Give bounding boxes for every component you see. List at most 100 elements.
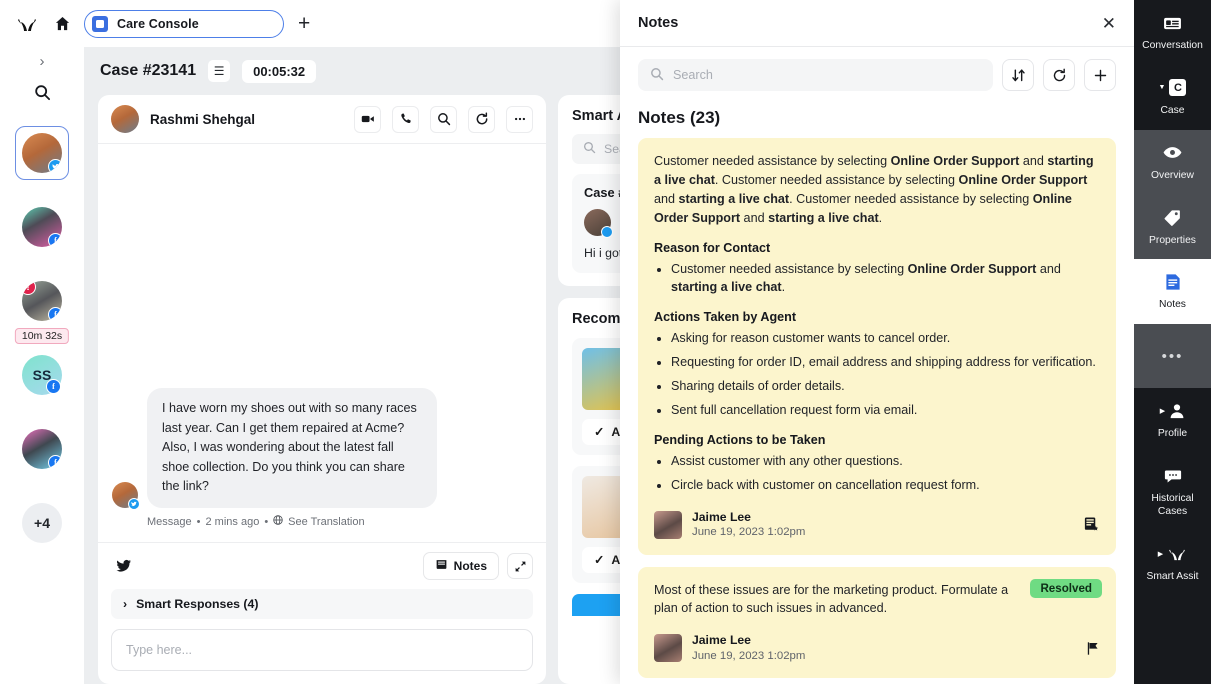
note-section-heading: Reason for Contact xyxy=(654,241,1100,255)
expand-arrows-icon[interactable] xyxy=(507,553,533,579)
caret-right-icon: ▶ xyxy=(1158,550,1163,558)
notes-button[interactable]: Notes xyxy=(423,552,499,580)
conversation-pane: Rashmi Shehgal xyxy=(98,95,546,684)
sidebar-item-case[interactable]: ▼ C Case xyxy=(1134,65,1211,130)
note-author: Jaime Lee xyxy=(692,509,805,525)
list-item[interactable]: SS f xyxy=(15,348,69,402)
wait-timer-badge: 10m 32s xyxy=(15,328,69,344)
list-item: Assist customer with any other questions… xyxy=(671,452,1100,471)
sidebar-item-label: Smart Assit xyxy=(1138,571,1207,584)
avatar: ! f xyxy=(22,281,62,321)
tab-favicon-icon xyxy=(92,16,108,32)
left-conversation-rail: › f ! f 10m 32s SS xyxy=(0,47,84,684)
twitter-channel-icon xyxy=(48,159,62,173)
notes-doc-icon xyxy=(1138,272,1207,292)
notes-panel: Notes ✕ Search Notes ( xyxy=(620,0,1134,684)
meta-sep: • xyxy=(264,516,268,528)
refresh-icon[interactable] xyxy=(1043,59,1075,91)
list-item[interactable]: Customer needed assistance by selecting … xyxy=(638,138,1116,555)
notes-search-placeholder: Search xyxy=(673,68,713,82)
conversation-card-icon xyxy=(1138,13,1207,33)
note-summary: Customer needed assistance by selecting … xyxy=(654,152,1100,228)
sidebar-item-label: Historical Cases xyxy=(1138,493,1207,519)
smart-responses-label: Smart Responses (4) xyxy=(136,597,258,611)
note-section-list: Assist customer with any other questions… xyxy=(671,452,1100,495)
home-icon[interactable] xyxy=(52,14,72,34)
note-section-heading: Pending Actions to be Taken xyxy=(654,433,1100,447)
notes-panel-header: Notes ✕ xyxy=(620,0,1134,47)
list-item[interactable]: f xyxy=(15,200,69,254)
tag-icon xyxy=(1138,208,1207,228)
see-translation-link[interactable]: See Translation xyxy=(288,516,364,528)
alert-badge: ! xyxy=(22,281,36,295)
case-timer: 00:05:32 xyxy=(242,60,316,83)
note-template-icon[interactable] xyxy=(1083,516,1100,533)
more-dots-icon: ••• xyxy=(1138,346,1207,366)
sort-arrows-icon[interactable] xyxy=(1002,59,1034,91)
list-item[interactable]: ! f 10m 32s xyxy=(15,274,69,328)
twitter-channel-icon xyxy=(128,498,140,510)
page-title: Case #23141 xyxy=(100,62,196,80)
composer-footer: Notes › Smart Responses (4) Type here... xyxy=(98,542,546,684)
sidebar-item-smart-assit[interactable]: ▶ Smart Assit xyxy=(1134,531,1211,596)
sidebar-item-overview[interactable]: Overview xyxy=(1134,130,1211,195)
note-timestamp: June 19, 2023 1:02pm xyxy=(692,649,805,664)
list-item[interactable] xyxy=(15,126,69,180)
notes-panel-title: Notes xyxy=(638,15,678,31)
sidebar-more-button[interactable]: ••• xyxy=(1134,324,1211,388)
message-time: 2 mins ago xyxy=(206,516,260,528)
notes-button-label: Notes xyxy=(454,559,487,573)
check-icon: ✓ xyxy=(594,425,604,439)
search-icon xyxy=(583,141,596,157)
sidebar-item-label: Notes xyxy=(1138,299,1207,312)
sidebar-item-notes[interactable]: Notes xyxy=(1134,259,1211,324)
check-icon: ✓ xyxy=(594,553,604,567)
refresh-icon[interactable] xyxy=(468,106,495,133)
search-icon xyxy=(650,67,664,84)
message-kind: Message xyxy=(147,516,192,528)
note-text: Most of these issues are for the marketi… xyxy=(654,581,1029,619)
more-options-icon[interactable] xyxy=(506,106,533,133)
twitter-bird-icon[interactable] xyxy=(111,553,137,579)
close-icon[interactable]: ✕ xyxy=(1102,15,1116,32)
avatar xyxy=(22,133,62,173)
sidebar-item-profile[interactable]: ▶ Profile xyxy=(1134,388,1211,453)
new-tab-button[interactable]: + xyxy=(298,13,310,34)
sidebar-item-historical-cases[interactable]: Historical Cases xyxy=(1134,453,1211,531)
message-composer[interactable]: Type here... xyxy=(111,629,533,671)
note-author: Jaime Lee xyxy=(692,632,805,648)
sidebar-item-conversation[interactable]: Conversation xyxy=(1134,0,1211,65)
notes-search-input[interactable]: Search xyxy=(638,59,993,91)
facebook-channel-icon: f xyxy=(48,233,62,247)
phone-call-icon[interactable] xyxy=(392,106,419,133)
flag-icon[interactable] xyxy=(1085,641,1100,656)
sidebar-item-properties[interactable]: Properties xyxy=(1134,195,1211,260)
video-call-icon[interactable] xyxy=(354,106,381,133)
avatar: f xyxy=(22,429,62,469)
sidebar-item-label: Properties xyxy=(1138,235,1207,248)
globe-icon xyxy=(273,515,283,528)
list-item: Customer needed assistance by selecting … xyxy=(671,260,1100,298)
message-item: I have worn my shoes out with so many ra… xyxy=(112,388,532,528)
more-conversations-button[interactable]: +4 xyxy=(15,496,69,550)
browser-tab[interactable]: Care Console xyxy=(84,10,284,38)
notes-list[interactable]: Customer needed assistance by selecting … xyxy=(620,138,1134,684)
avatar xyxy=(112,482,138,508)
caret-right-icon: ▼ xyxy=(1159,84,1166,91)
search-icon[interactable] xyxy=(430,106,457,133)
chevron-right-icon: › xyxy=(123,597,127,611)
search-icon[interactable] xyxy=(34,84,51,106)
chevron-right-icon[interactable]: › xyxy=(40,53,45,70)
more-count-label: +4 xyxy=(22,503,62,543)
list-menu-icon[interactable]: ☰ xyxy=(208,60,230,82)
note-section-heading: Actions Taken by Agent xyxy=(654,310,1100,324)
list-item[interactable]: f xyxy=(15,422,69,476)
note-section-list: Asking for reason customer wants to canc… xyxy=(671,329,1100,420)
eye-icon xyxy=(1138,143,1207,163)
list-item[interactable]: Resolved Most of these issues are for th… xyxy=(638,567,1116,679)
smart-responses-toggle[interactable]: › Smart Responses (4) xyxy=(111,589,533,619)
plus-icon[interactable] xyxy=(1084,59,1116,91)
message-list: I have worn my shoes out with so many ra… xyxy=(98,144,546,542)
list-item: Sharing details of order details. xyxy=(671,377,1100,396)
rail-group-notes: Notes xyxy=(1134,259,1211,324)
